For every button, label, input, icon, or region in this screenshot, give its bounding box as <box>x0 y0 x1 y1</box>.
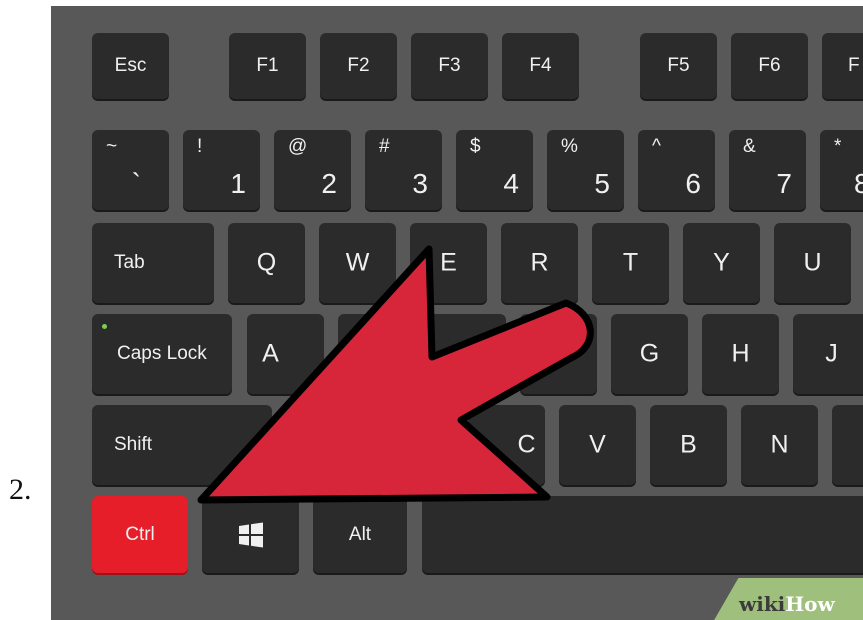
keyboard-illustration: Esc F1 F2 F3 F4 F5 F6 F ~ ` ! 1 @2 #3 $4 %… <box>51 6 863 620</box>
wikihow-watermark: wikiHow <box>713 578 863 620</box>
pointer-arrow-icon <box>197 245 594 504</box>
watermark-text: wikiHow <box>739 592 835 616</box>
step-number: 2. <box>9 473 32 506</box>
